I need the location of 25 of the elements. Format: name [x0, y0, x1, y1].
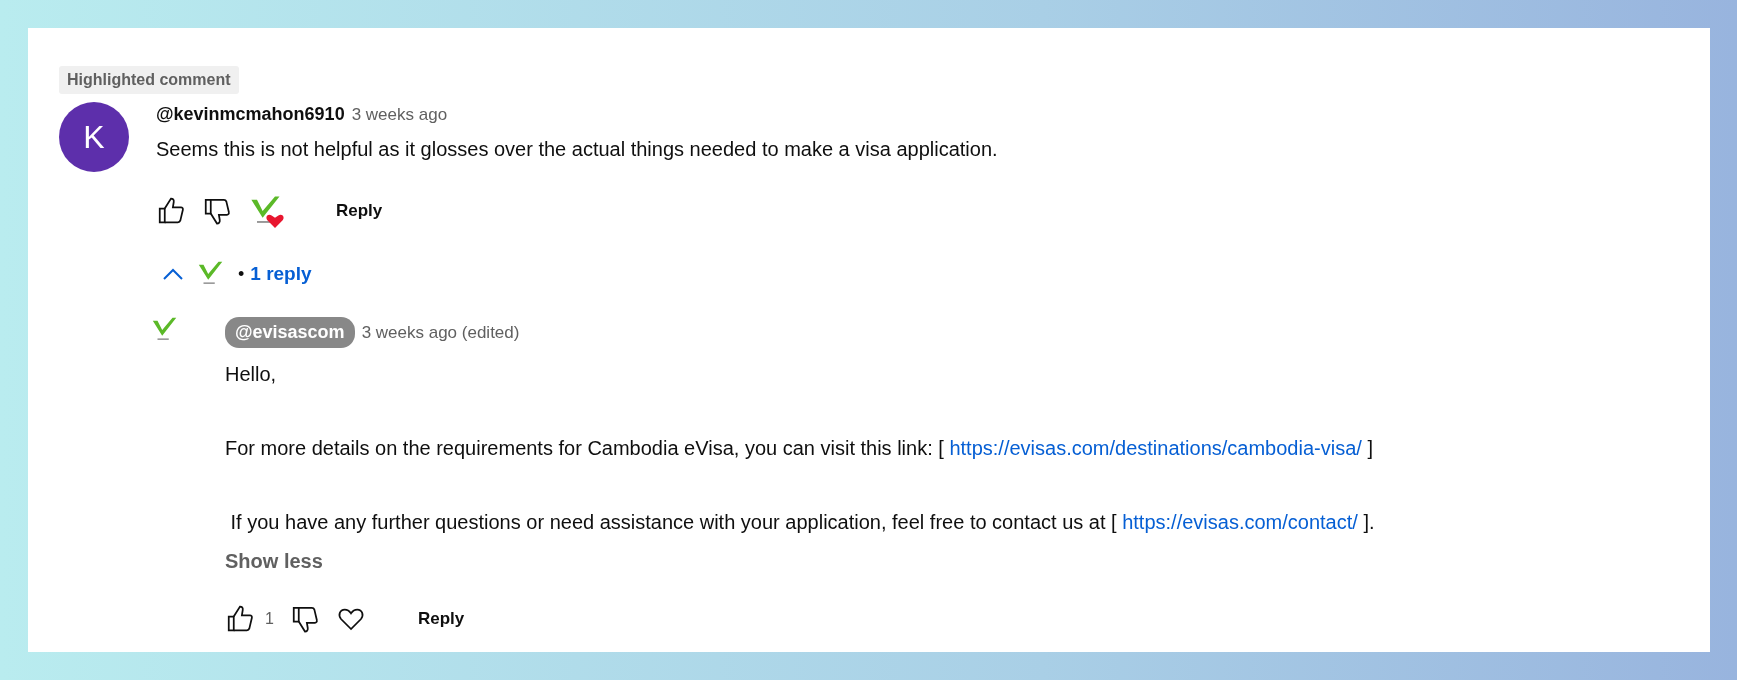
dislike-button[interactable] [202, 196, 232, 226]
reply-text: If you have any further questions or need assistance with your application, feel free to contact us at [ https://evisas.com/contact/ ]. [229, 510, 1375, 535]
reply-time: 3 weeks ago (edited) [361, 322, 520, 343]
reply-button[interactable]: Reply [324, 195, 395, 227]
reply-button[interactable]: Reply [405, 603, 477, 635]
author-name[interactable]: @evisascom [225, 317, 355, 348]
like-button[interactable] [225, 604, 255, 634]
like-count: 1 [265, 610, 274, 628]
show-less-button[interactable]: Show less [225, 550, 323, 573]
like-button[interactable] [156, 196, 186, 226]
link[interactable]: https://evisas.com/contact/ [1122, 511, 1358, 533]
user-avatar: K [59, 102, 129, 172]
thumbs-up-icon [156, 196, 186, 226]
thumbs-up-icon [225, 604, 255, 634]
bullet: • [238, 263, 245, 285]
replies-toggle[interactable]: • 1 reply [162, 255, 312, 293]
link[interactable]: https://evisas.com/destinations/cambodia-visa/ [949, 437, 1362, 459]
reply-text: Hello, [225, 362, 277, 387]
chevron-up-icon [162, 267, 184, 281]
highlighted-badge: Highlighted comment [59, 66, 239, 94]
thumbs-down-icon [202, 196, 232, 226]
reply-text: For more details on the requirements for Cambodia eVisa, you can visit this link: [ https://evisas.com/destinations/cambodia-visa/ ] [225, 436, 1373, 461]
comment-time: 3 weeks ago [351, 104, 448, 125]
author-name[interactable]: @kevinmcmahon6910 [156, 104, 345, 125]
comment-text: Seems this is not helpful as it glosses over the actual things needed to make a visa application. [156, 137, 998, 162]
